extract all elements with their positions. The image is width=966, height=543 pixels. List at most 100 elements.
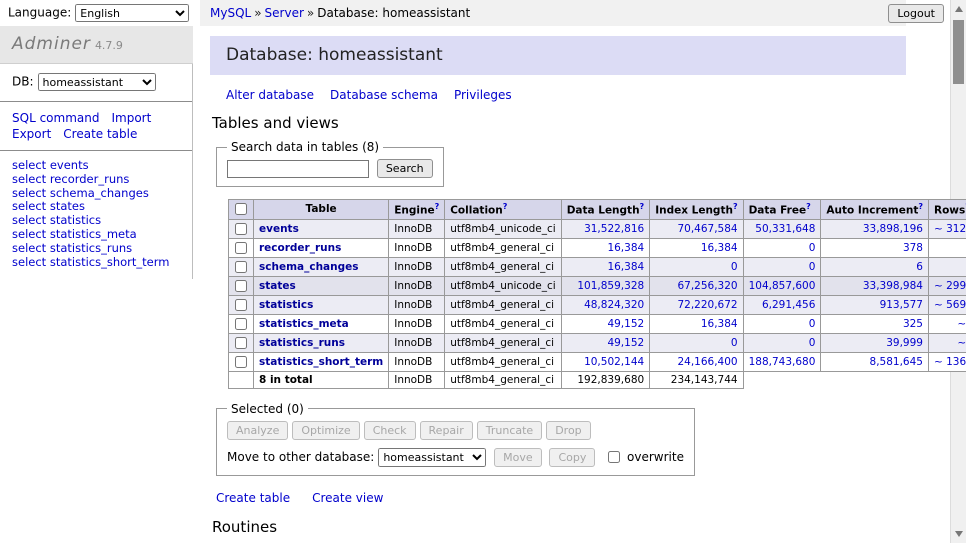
sidebar-select-statistics-short-term[interactable]: select statistics_short_term — [12, 256, 180, 270]
row-checkbox-states[interactable] — [235, 280, 247, 292]
auto-increment-link-statistics-runs[interactable]: 39,999 — [886, 337, 923, 349]
sidebar-select-statistics-meta[interactable]: select statistics_meta — [12, 228, 180, 242]
row-checkbox-statistics-short-term[interactable] — [235, 356, 247, 368]
rows-estimate-link-events[interactable]: ~ 312,180 — [934, 223, 966, 235]
auto-increment-link-statistics-meta[interactable]: 325 — [903, 318, 923, 330]
index-length-link-events[interactable]: 70,467,584 — [677, 223, 737, 235]
search-button[interactable]: Search — [377, 159, 433, 178]
move-button[interactable]: Move — [494, 448, 542, 467]
data-length-link-statistics-meta[interactable]: 49,152 — [607, 318, 644, 330]
auto-increment-link-schema-changes[interactable]: 6 — [916, 261, 923, 273]
sidebar-link-create-table[interactable]: Create table — [63, 127, 137, 141]
sidebar-select-events[interactable]: select events — [12, 159, 180, 173]
table-link-events[interactable]: events — [259, 223, 299, 235]
help-link[interactable]: ? — [503, 202, 508, 211]
data-free-link-statistics-runs[interactable]: 0 — [809, 337, 816, 349]
rows-estimate-link-states[interactable]: ~ 299,833 — [934, 280, 966, 292]
index-length-link-states[interactable]: 67,256,320 — [677, 280, 737, 292]
data-length-link-statistics-runs[interactable]: 49,152 — [607, 337, 644, 349]
data-free-link-recorder-runs[interactable]: 0 — [809, 242, 816, 254]
table-link-schema-changes[interactable]: schema_changes — [259, 261, 359, 273]
auto-increment-link-recorder-runs[interactable]: 378 — [903, 242, 923, 254]
auto-increment-link-statistics[interactable]: 913,577 — [880, 299, 923, 311]
table-link-statistics-short-term[interactable]: statistics_short_term — [259, 356, 383, 368]
select-all-checkbox[interactable] — [235, 203, 247, 215]
data-length-link-states[interactable]: 101,859,328 — [577, 280, 644, 292]
breadcrumb-server-link[interactable]: Server — [265, 6, 304, 20]
truncate-button[interactable]: Truncate — [477, 421, 542, 440]
data-length-link-statistics[interactable]: 48,824,320 — [584, 299, 644, 311]
sidebar-select-recorder-runs[interactable]: select recorder_runs — [12, 173, 180, 187]
repair-button[interactable]: Repair — [420, 421, 473, 440]
index-length-link-schema-changes[interactable]: 0 — [731, 261, 738, 273]
overwrite-checkbox[interactable] — [608, 451, 620, 463]
sidebar-link-import[interactable]: Import — [111, 111, 151, 125]
database-schema-link[interactable]: Database schema — [330, 88, 438, 102]
data-free-link-statistics-short-term[interactable]: 188,743,680 — [749, 356, 816, 368]
index-length-link-statistics-runs[interactable]: 0 — [731, 337, 738, 349]
table-link-statistics-runs[interactable]: statistics_runs — [259, 337, 345, 349]
help-link[interactable]: ? — [806, 202, 811, 211]
table-link-recorder-runs[interactable]: recorder_runs — [259, 242, 341, 254]
table-link-states[interactable]: states — [259, 280, 296, 292]
data-free-link-states[interactable]: 104,857,600 — [749, 280, 816, 292]
data-length-link-statistics-short-term[interactable]: 10,502,144 — [584, 356, 644, 368]
search-input[interactable] — [227, 160, 369, 178]
scrollbar-thumb[interactable] — [953, 20, 964, 84]
scrollbar-up-icon[interactable] — [955, 6, 963, 12]
auto-increment-link-statistics-short-term[interactable]: 8,581,645 — [870, 356, 923, 368]
sidebar-select-states[interactable]: select states — [12, 200, 180, 214]
index-length-link-statistics-meta[interactable]: 16,384 — [701, 318, 738, 330]
row-checkbox-statistics-runs[interactable] — [235, 337, 247, 349]
help-link[interactable]: ? — [918, 202, 923, 211]
rows-estimate-link-statistics-meta[interactable]: ~ 244 — [957, 318, 966, 330]
help-link[interactable]: ? — [733, 202, 738, 211]
logout-button[interactable]: Logout — [888, 4, 944, 23]
alter-database-link[interactable]: Alter database — [226, 88, 314, 102]
sidebar-select-statistics[interactable]: select statistics — [12, 214, 180, 228]
index-length-link-statistics-short-term[interactable]: 24,166,400 — [677, 356, 737, 368]
section-title-tables: Tables and views — [212, 114, 906, 132]
sidebar-select-statistics-runs[interactable]: select statistics_runs — [12, 242, 180, 256]
privileges-link[interactable]: Privileges — [454, 88, 512, 102]
data-free-link-statistics-meta[interactable]: 0 — [809, 318, 816, 330]
check-button[interactable]: Check — [364, 421, 416, 440]
row-checkbox-statistics[interactable] — [235, 299, 247, 311]
sidebar-link-export[interactable]: Export — [12, 127, 51, 141]
sidebar-select-schema-changes[interactable]: select schema_changes — [12, 187, 180, 201]
rows-estimate-link-statistics-runs[interactable]: ~ 628 — [957, 337, 966, 349]
rows-estimate-link-statistics[interactable]: ~ 569,159 — [934, 299, 966, 311]
scrollbar-down-icon[interactable] — [955, 531, 963, 537]
sidebar-link-sql-command[interactable]: SQL command — [12, 111, 99, 125]
row-checkbox-schema-changes[interactable] — [235, 261, 247, 273]
help-link[interactable]: ? — [640, 202, 645, 211]
data-length-cell: 49,152 — [561, 333, 650, 352]
analyze-button[interactable]: Analyze — [227, 421, 288, 440]
data-length-link-recorder-runs[interactable]: 16,384 — [607, 242, 644, 254]
language-select[interactable]: English — [75, 4, 189, 22]
breadcrumb-mysql-link[interactable]: MySQL — [210, 6, 251, 20]
copy-button[interactable]: Copy — [549, 448, 595, 467]
row-checkbox-events[interactable] — [235, 223, 247, 235]
data-free-link-schema-changes[interactable]: 0 — [809, 261, 816, 273]
data-free-link-events[interactable]: 50,331,648 — [755, 223, 815, 235]
create-view-link[interactable]: Create view — [312, 491, 383, 505]
auto-increment-link-states[interactable]: 33,398,984 — [863, 280, 923, 292]
help-link[interactable]: ? — [435, 202, 440, 211]
data-length-link-schema-changes[interactable]: 16,384 — [607, 261, 644, 273]
table-link-statistics[interactable]: statistics — [259, 299, 313, 311]
row-checkbox-recorder-runs[interactable] — [235, 242, 247, 254]
index-length-link-recorder-runs[interactable]: 16,384 — [701, 242, 738, 254]
move-db-select[interactable]: homeassistant — [378, 448, 486, 467]
row-checkbox-statistics-meta[interactable] — [235, 318, 247, 330]
create-table-link[interactable]: Create table — [216, 491, 290, 505]
optimize-button[interactable]: Optimize — [292, 421, 359, 440]
db-select[interactable]: homeassistant — [38, 73, 156, 91]
table-link-statistics-meta[interactable]: statistics_meta — [259, 318, 349, 330]
data-length-link-events[interactable]: 31,522,816 — [584, 223, 644, 235]
drop-button[interactable]: Drop — [546, 421, 590, 440]
auto-increment-link-events[interactable]: 33,898,196 — [863, 223, 923, 235]
index-length-link-statistics[interactable]: 72,220,672 — [677, 299, 737, 311]
data-free-link-statistics[interactable]: 6,291,456 — [762, 299, 815, 311]
rows-estimate-link-statistics-short-term[interactable]: ~ 136,108 — [934, 356, 966, 368]
